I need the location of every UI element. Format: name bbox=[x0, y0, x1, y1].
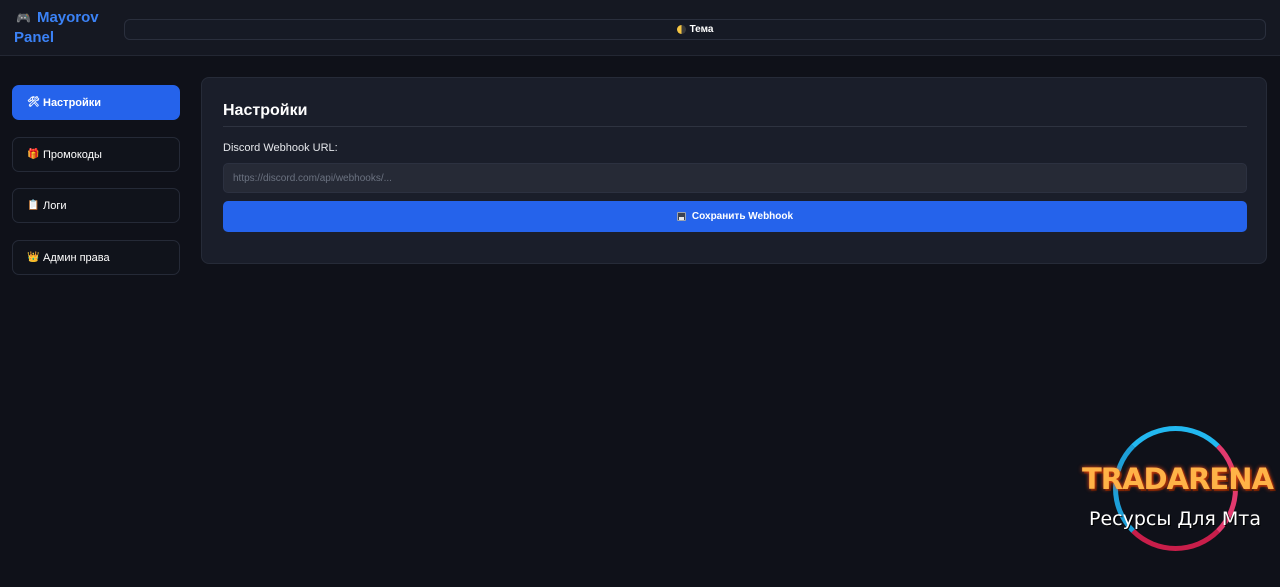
sidebar-item-label: Настройки bbox=[43, 96, 102, 109]
theme-label: Тема bbox=[689, 24, 714, 35]
top-bar: 🎮 Mayorov Panel Тема bbox=[0, 0, 1280, 56]
sidebar-item-label: Промокоды bbox=[43, 148, 102, 161]
sidebar-item-promocodes[interactable]: 🎁 Промокоды bbox=[12, 137, 180, 172]
half-moon-icon bbox=[676, 25, 686, 34]
brand-name-line1: Mayorov bbox=[36, 9, 99, 26]
sidebar-item-label: Админ права bbox=[43, 251, 110, 264]
gamepad-icon: 🎮 bbox=[16, 11, 31, 25]
webhook-url-input[interactable] bbox=[223, 163, 1247, 193]
crown-icon: 👑 bbox=[27, 252, 40, 263]
webhook-url-label: Discord Webhook URL: bbox=[223, 142, 338, 154]
brand-logo[interactable]: 🎮 Mayorov Panel bbox=[14, 8, 124, 47]
watermark-subtitle: Ресурсы Для Мта bbox=[1089, 508, 1261, 530]
save-webhook-label: Сохранить Webhook bbox=[691, 211, 794, 222]
brand-name-line2: Panel bbox=[14, 29, 55, 46]
divider bbox=[223, 126, 1247, 127]
sidebar-item-logs[interactable]: 📋 Логи bbox=[12, 188, 180, 223]
sidebar-item-label: Логи bbox=[43, 199, 67, 212]
sidebar-item-settings[interactable]: 🛠 Настройки bbox=[12, 85, 180, 120]
tools-icon: 🛠 bbox=[27, 97, 40, 108]
sidebar-item-admin-rights[interactable]: 👑 Админ права bbox=[12, 240, 180, 275]
settings-card: Настройки Discord Webhook URL: Сохранить… bbox=[201, 77, 1267, 264]
save-webhook-button[interactable]: Сохранить Webhook bbox=[223, 201, 1247, 232]
watermark-logo: TRADARENA Ресурсы Для Мта bbox=[1080, 420, 1274, 560]
gift-icon: 🎁 bbox=[27, 149, 40, 160]
watermark-title: TRADARENA bbox=[1082, 462, 1274, 496]
clipboard-icon: 📋 bbox=[27, 200, 40, 211]
page-title: Настройки bbox=[223, 102, 308, 119]
theme-toggle-button[interactable]: Тема bbox=[124, 19, 1266, 40]
floppy-disk-icon bbox=[676, 212, 686, 221]
